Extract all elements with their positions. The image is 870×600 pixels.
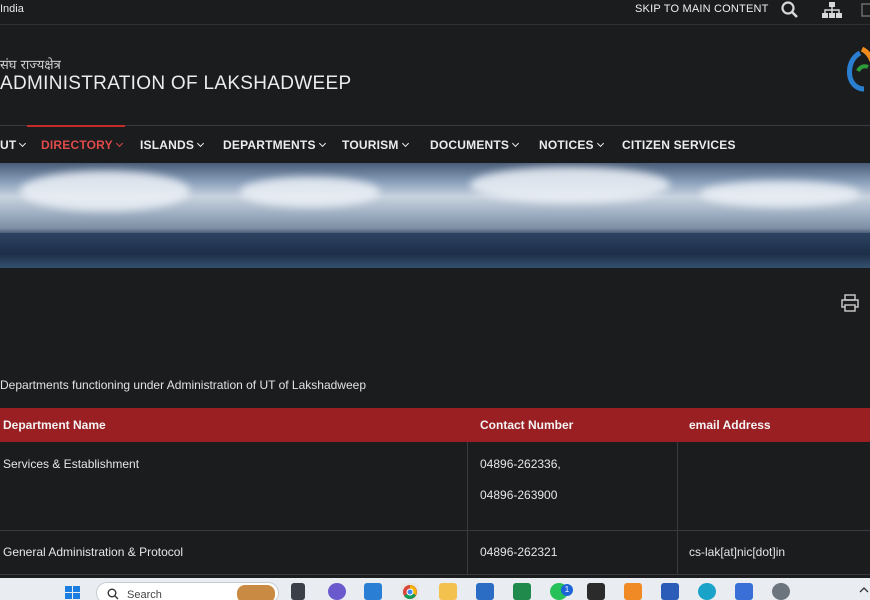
xampp-icon[interactable]	[624, 583, 642, 600]
chevron-down-icon	[401, 139, 409, 148]
chevron-down-icon	[318, 139, 326, 148]
nav-item-label: DIRECTORY	[41, 138, 113, 152]
seascape-banner-image	[0, 163, 870, 268]
nav-item-label: NOTICES	[539, 138, 594, 152]
table-cell-contact: 04896-262321	[467, 531, 677, 574]
nav-item-tourism[interactable]: TOURISM	[342, 138, 409, 152]
table-cell-email	[677, 442, 870, 530]
vscode-icon[interactable]	[364, 583, 382, 600]
chrome-icon[interactable]	[401, 583, 419, 600]
nav-item-label: ISLANDS	[140, 138, 195, 152]
table-cell-department: Services & Establishment	[0, 442, 467, 530]
nav-item-label: CITIZEN SERVICES	[622, 138, 736, 152]
notepad-icon[interactable]	[735, 583, 753, 600]
banner-sea	[0, 233, 870, 268]
table-cell-department: General Administration & Protocol	[0, 531, 467, 574]
chevron-down-icon	[596, 139, 604, 148]
windows-start-icon[interactable]	[64, 583, 82, 600]
table-cell-contact: 04896-262336, 04896-263900	[467, 442, 677, 530]
page-intro-text: Departments functioning under Administra…	[0, 378, 366, 392]
nav-item-documents[interactable]: DOCUMENTS	[430, 138, 520, 152]
department-name: General Administration & Protocol	[3, 545, 184, 559]
site-header: संघ राज्यक्षेत्र ADMINISTRATION OF LAKSH…	[0, 25, 870, 125]
hindi-site-title: संघ राज्यक्षेत्र	[0, 58, 61, 73]
table-header-row: Department Name Contact Number email Add…	[0, 408, 870, 442]
banner-cloud	[700, 181, 860, 207]
store-icon[interactable]	[476, 583, 494, 600]
nav-item-label: DEPARTMENTS	[223, 138, 316, 152]
skip-to-main-content-link[interactable]: SKIP TO MAIN CONTENT	[635, 3, 769, 15]
taskbar-search-box[interactable]: Search	[96, 582, 279, 600]
banner-cloud	[240, 177, 380, 207]
file-explorer-icon[interactable]	[439, 583, 457, 600]
nav-item-ut[interactable]: UT	[0, 138, 27, 152]
table-row: General Administration & Protocol 04896-…	[0, 531, 870, 575]
active-nav-indicator	[27, 125, 125, 127]
terminal-icon[interactable]	[587, 583, 605, 600]
nav-item-islands[interactable]: ISLANDS	[140, 138, 205, 152]
top-utility-bar: India SKIP TO MAIN CONTENT	[0, 0, 870, 25]
chevron-down-icon	[197, 139, 205, 148]
excel-icon[interactable]	[513, 583, 531, 600]
accessibility-icon[interactable]	[860, 0, 870, 20]
nav-item-citizen-services[interactable]: CITIZEN SERVICES	[622, 138, 736, 152]
taskbar-search-placeholder: Search	[127, 589, 162, 600]
printer-icon[interactable]	[841, 294, 859, 312]
chevron-down-icon	[512, 139, 520, 148]
word-icon[interactable]	[661, 583, 679, 600]
nav-item-departments[interactable]: DEPARTMENTS	[223, 138, 326, 152]
contact-number: 04896-262321	[480, 545, 558, 559]
table-row: Services & Establishment 04896-262336, 0…	[0, 442, 870, 531]
search-icon	[107, 588, 119, 600]
nav-item-label: TOURISM	[342, 138, 399, 152]
column-header-email-address: email Address	[689, 418, 771, 432]
contact-number: 04896-262336,	[480, 457, 561, 471]
search-icon[interactable]	[780, 0, 800, 20]
email-address: cs-lak[at]nic[dot]in	[689, 545, 786, 559]
chevron-up-icon[interactable]	[858, 583, 870, 600]
column-header-contact-number: Contact Number	[480, 418, 574, 432]
nav-item-notices[interactable]: NOTICES	[539, 138, 604, 152]
chevron-down-icon	[115, 139, 123, 148]
nav-item-label: UT	[0, 138, 17, 152]
column-header-department-name: Department Name	[3, 418, 106, 432]
government-of-india-link[interactable]: India	[0, 3, 24, 15]
banner-cloud	[470, 167, 670, 203]
contact-number: 04896-263900	[480, 488, 558, 502]
india-logo-icon	[846, 46, 870, 93]
nav-item-directory[interactable]: DIRECTORY	[41, 138, 123, 152]
nav-item-label: DOCUMENTS	[430, 138, 510, 152]
department-name: Services & Establishment	[3, 457, 140, 471]
banner-cloud	[20, 171, 190, 211]
table-cell-email: cs-lak[at]nic[dot]in	[677, 531, 870, 574]
chevron-down-icon	[19, 139, 27, 148]
search-highlight-image	[237, 585, 275, 600]
task-view-icon[interactable]	[291, 583, 305, 600]
sitemap-icon[interactable]	[821, 0, 843, 20]
teams-icon[interactable]	[328, 583, 346, 600]
os-taskbar: Search	[0, 578, 870, 600]
main-navigation: UT DIRECTORY ISLANDS DEPARTMENTS TOURISM…	[0, 125, 870, 163]
site-title[interactable]: ADMINISTRATION OF LAKSHADWEEP	[0, 73, 351, 95]
notification-badge: 1	[561, 584, 573, 596]
settings-gear-icon[interactable]	[772, 583, 790, 600]
edge-icon[interactable]	[698, 583, 716, 600]
